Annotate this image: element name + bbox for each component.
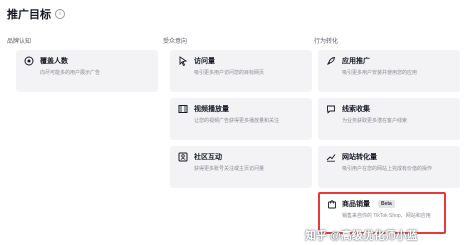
objective-title: 线索收集 bbox=[342, 106, 370, 113]
objective-desc: 吸引用户在您的网站上完成有价值的操作 bbox=[342, 166, 433, 172]
beta-badge: Beta bbox=[378, 200, 395, 208]
objective-card-community[interactable]: 社区互动 获得更多账号关注或主页访问量 bbox=[170, 146, 312, 188]
column-label-conversion: 行为转化 bbox=[314, 39, 339, 45]
chat-icon bbox=[327, 105, 335, 114]
target-icon bbox=[24, 56, 34, 66]
chart-icon bbox=[326, 154, 336, 162]
film-icon bbox=[178, 105, 188, 113]
objective-desc: 为业务获取更多潜在客户线索 bbox=[342, 118, 408, 124]
objective-card-lead-gen[interactable]: 线索收集 为业务获取更多潜在客户线索 bbox=[318, 98, 460, 140]
info-circle-icon[interactable]: i bbox=[55, 9, 65, 19]
objective-desc: 让您的视频广告获得更多播放量和关注 bbox=[194, 118, 280, 124]
objective-card-video-views[interactable]: 视频播放量 让您的视频广告获得更多播放量和关注 bbox=[170, 98, 312, 140]
objective-desc: 吸引更多用户安装并使用您的应用 bbox=[342, 70, 418, 76]
objective-title: 应用推广 bbox=[342, 58, 370, 65]
objective-card-traffic[interactable]: 访问量 吸引更多用户访问您的目标网页 bbox=[170, 50, 312, 92]
objective-title: 网站转化量 bbox=[342, 154, 377, 161]
rocket-icon bbox=[327, 56, 336, 65]
objective-title: 商品销量 bbox=[342, 201, 370, 208]
column-label-brand: 品牌认知 bbox=[7, 39, 32, 45]
objective-card-app-promotion[interactable]: 应用推广 吸引更多用户安装并使用您的应用 bbox=[318, 50, 460, 92]
objective-desc: 销售来自你的 TikTok Shop、网站和应用 bbox=[342, 213, 431, 219]
watermark: 知乎 @高级优化师小蓝 bbox=[305, 230, 418, 242]
objective-title: 访问量 bbox=[194, 58, 215, 65]
page-title-text: 推广目标 bbox=[7, 9, 51, 21]
community-icon bbox=[178, 152, 188, 162]
objective-desc: 获得更多账号关注或主页访问量 bbox=[194, 166, 265, 172]
objective-title: 覆盖人数 bbox=[40, 58, 68, 65]
objective-card-web-conversions[interactable]: 网站转化量 吸引用户在您的网站上完成有价值的操作 bbox=[318, 146, 460, 188]
objective-desc: 向尽可能多的用户展示广告 bbox=[40, 70, 101, 76]
column-label-consideration: 受众意向 bbox=[163, 39, 188, 45]
page-title: 推广目标 i bbox=[7, 6, 65, 22]
objective-card-reach[interactable]: 覆盖人数 向尽可能多的用户展示广告 bbox=[16, 50, 158, 92]
objective-desc: 吸引更多用户访问您的目标网页 bbox=[194, 70, 265, 76]
objective-title: 视频播放量 bbox=[194, 106, 229, 113]
cursor-icon bbox=[179, 56, 188, 66]
objective-title: 社区互动 bbox=[194, 154, 222, 161]
bag-icon bbox=[328, 200, 336, 209]
